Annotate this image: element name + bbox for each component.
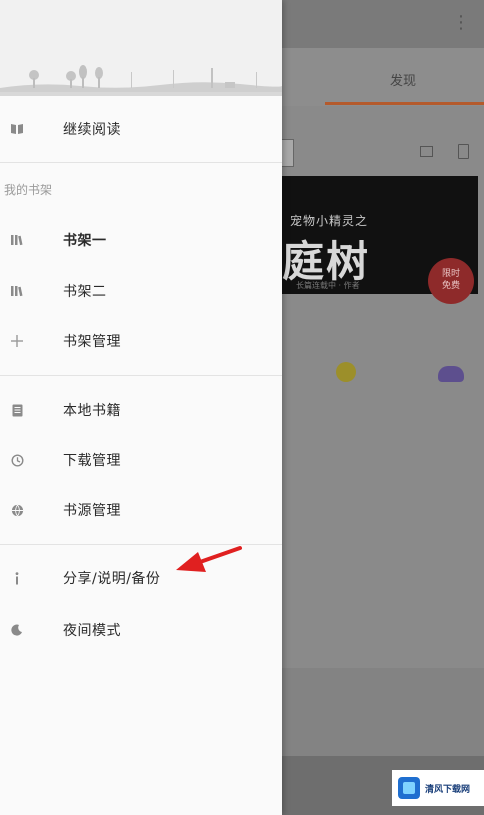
site-logo-icon — [398, 777, 420, 799]
watermark: 清风下载网 — [392, 770, 484, 806]
watermark-text: 清风下载网 — [425, 784, 471, 795]
annotation-arrow — [176, 546, 242, 572]
